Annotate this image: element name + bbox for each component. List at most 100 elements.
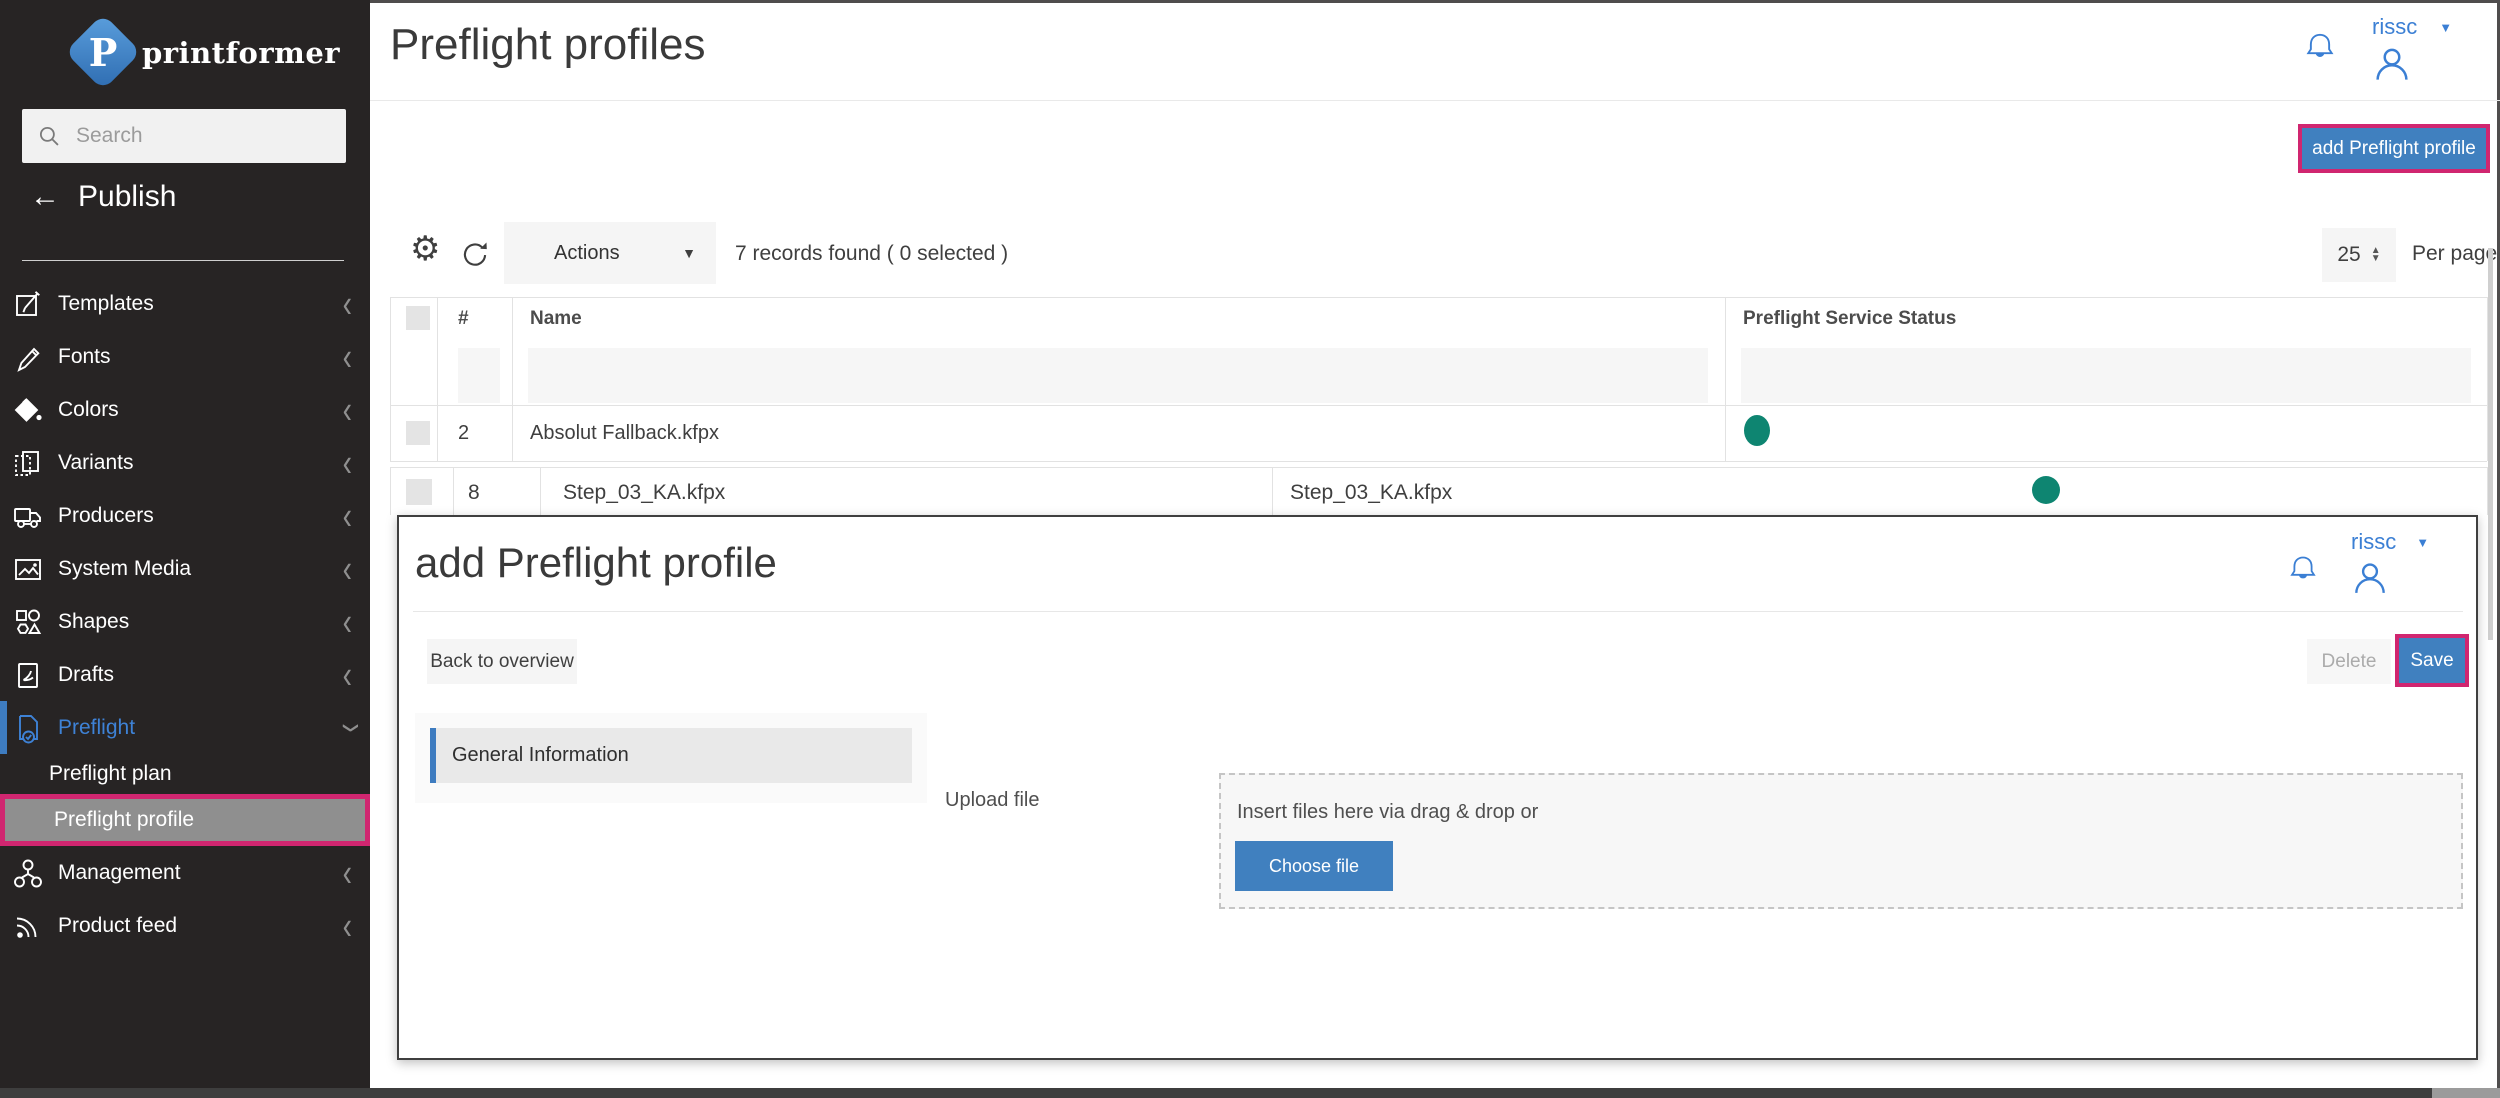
modal-title: add Preflight profile — [415, 539, 777, 586]
caret-down-icon: ▼ — [2416, 534, 2430, 550]
username: rissc — [2351, 529, 2397, 554]
preflight-icon — [12, 712, 44, 744]
add-preflight-profile-button[interactable]: add Preflight profile — [2302, 128, 2486, 169]
save-button[interactable]: Save — [2399, 638, 2465, 683]
sidebar-item-shapes[interactable]: Shapes ‹ — [0, 595, 370, 648]
gear-icon[interactable]: ⚙ — [410, 232, 440, 266]
sidebar-item-templates[interactable]: Templates ‹ — [0, 277, 370, 330]
sidebar-back-publish[interactable]: ← Publish — [30, 180, 176, 214]
add-preflight-profile-modal: add Preflight profile rissc ▼ Back to ov… — [397, 515, 2478, 1060]
num-filter-input[interactable] — [458, 348, 500, 403]
table-border — [437, 297, 438, 461]
file-dropzone[interactable]: Insert files here via drag & drop or Cho… — [1219, 773, 2463, 909]
notifications-bell-icon[interactable] — [2303, 30, 2337, 64]
user-menu[interactable]: rissc ▼ — [2351, 529, 2429, 555]
column-header-num[interactable]: # — [458, 308, 469, 330]
refresh-icon[interactable] — [458, 237, 492, 271]
sidebar-item-label: Producers — [58, 503, 154, 527]
row-display-name: Step_03_KA.kfpx — [1290, 481, 1453, 504]
user-avatar-icon[interactable] — [2372, 44, 2412, 84]
column-header-name[interactable]: Name — [530, 308, 582, 330]
table-border — [390, 297, 2487, 298]
sidebar-item-product-feed[interactable]: Product feed ‹ — [0, 899, 370, 952]
chevron-left-icon: ‹ — [342, 334, 352, 378]
row-checkbox[interactable] — [406, 479, 432, 505]
fonts-icon — [12, 341, 44, 373]
row-num: 2 — [458, 422, 470, 444]
back-arrow-icon: ← — [30, 180, 60, 213]
records-count: 7 records found ( 0 selected ) — [735, 242, 1009, 265]
chevron-left-icon: ‹ — [342, 546, 352, 590]
table-border — [390, 297, 391, 461]
tab-general-information[interactable]: General Information — [430, 728, 912, 783]
row-checkbox[interactable] — [406, 421, 430, 445]
table-border — [2487, 467, 2488, 515]
system-media-icon — [12, 553, 44, 585]
sidebar-item-preflight-plan[interactable]: Preflight plan — [0, 754, 370, 794]
management-icon — [12, 857, 44, 889]
status-filter-input[interactable] — [1741, 348, 2471, 403]
actions-dropdown[interactable]: Actions ▼ — [504, 222, 716, 284]
vertical-scrollbar[interactable] — [2488, 248, 2493, 640]
stepper-icon[interactable]: ▲ ▼ — [2371, 246, 2381, 264]
sidebar-item-producers[interactable]: Producers ‹ — [0, 489, 370, 542]
sidebar-item-label: Drafts — [58, 662, 115, 686]
sidebar-item-preflight-profile[interactable]: Preflight profile — [0, 794, 370, 846]
caret-down-icon: ▼ — [682, 245, 696, 261]
chevron-left-icon: ‹ — [342, 281, 352, 325]
select-all-checkbox[interactable] — [406, 306, 430, 330]
choose-file-button[interactable]: Choose file — [1235, 841, 1393, 891]
sidebar-item-label: Colors — [58, 397, 119, 421]
table-border — [453, 467, 454, 515]
delete-button[interactable]: Delete — [2307, 639, 2391, 684]
column-header-status[interactable]: Preflight Service Status — [1743, 308, 1956, 330]
sidebar-item-label: Fonts — [58, 344, 111, 368]
sidebar-item-label: System Media — [58, 556, 192, 580]
user-menu[interactable]: rissc ▼ — [2372, 14, 2452, 40]
printformer-logo[interactable]: P printformer — [64, 13, 340, 91]
username: rissc — [2372, 14, 2418, 39]
modal-divider — [413, 611, 2463, 612]
sidebar-item-drafts[interactable]: Drafts ‹ — [0, 648, 370, 701]
caret-down-icon: ▼ — [2439, 19, 2453, 35]
sidebar-item-management[interactable]: Management ‹ — [0, 846, 370, 899]
sidebar-item-label: Preflight — [58, 715, 136, 739]
user-avatar-icon[interactable] — [2351, 559, 2389, 597]
page-title: Preflight profiles — [390, 20, 706, 69]
templates-icon — [12, 288, 44, 320]
sidebar-item-preflight[interactable]: Preflight ‹ — [0, 701, 370, 754]
printformer-logo-letter: P — [88, 29, 118, 75]
producers-icon — [12, 500, 44, 532]
sidebar-item-variants[interactable]: Variants ‹ — [0, 436, 370, 489]
sub-item-label: Preflight profile — [54, 808, 195, 831]
name-filter-input[interactable] — [528, 348, 1708, 403]
search-icon — [36, 123, 62, 149]
sidebar-item-system-media[interactable]: System Media ‹ — [0, 542, 370, 595]
sidebar-item-label: Templates — [58, 291, 154, 315]
table-border — [390, 467, 391, 515]
sidebar-item-label: Shapes — [58, 609, 130, 633]
shapes-icon — [12, 606, 44, 638]
chevron-left-icon: ‹ — [342, 387, 352, 431]
sidebar: P printformer ← Publish T — [0, 0, 370, 1098]
back-to-overview-button[interactable]: Back to overview — [427, 639, 577, 684]
product-feed-icon — [12, 910, 44, 942]
dropzone-hint: Insert files here via drag & drop or — [1237, 801, 1539, 823]
chevron-left-icon: ‹ — [342, 652, 352, 696]
table-border — [1272, 467, 1273, 515]
chevron-left-icon: ‹ — [342, 493, 352, 537]
active-indicator — [0, 701, 7, 754]
table-border — [540, 467, 541, 515]
table-border — [1725, 297, 1726, 461]
sidebar-item-fonts[interactable]: Fonts ‹ — [0, 330, 370, 383]
sidebar-search — [22, 109, 346, 163]
header-divider — [370, 100, 2500, 101]
sidebar-item-colors[interactable]: Colors ‹ — [0, 383, 370, 436]
per-page-select[interactable]: 25 ▲ ▼ — [2322, 228, 2396, 282]
horizontal-scrollbar[interactable] — [2432, 1088, 2500, 1098]
table-border — [512, 297, 513, 461]
notifications-bell-icon[interactable] — [2287, 553, 2319, 585]
stepper-down-icon[interactable]: ▼ — [2371, 254, 2381, 264]
per-page-label: Per page — [2412, 242, 2498, 265]
search-input[interactable] — [76, 124, 316, 148]
